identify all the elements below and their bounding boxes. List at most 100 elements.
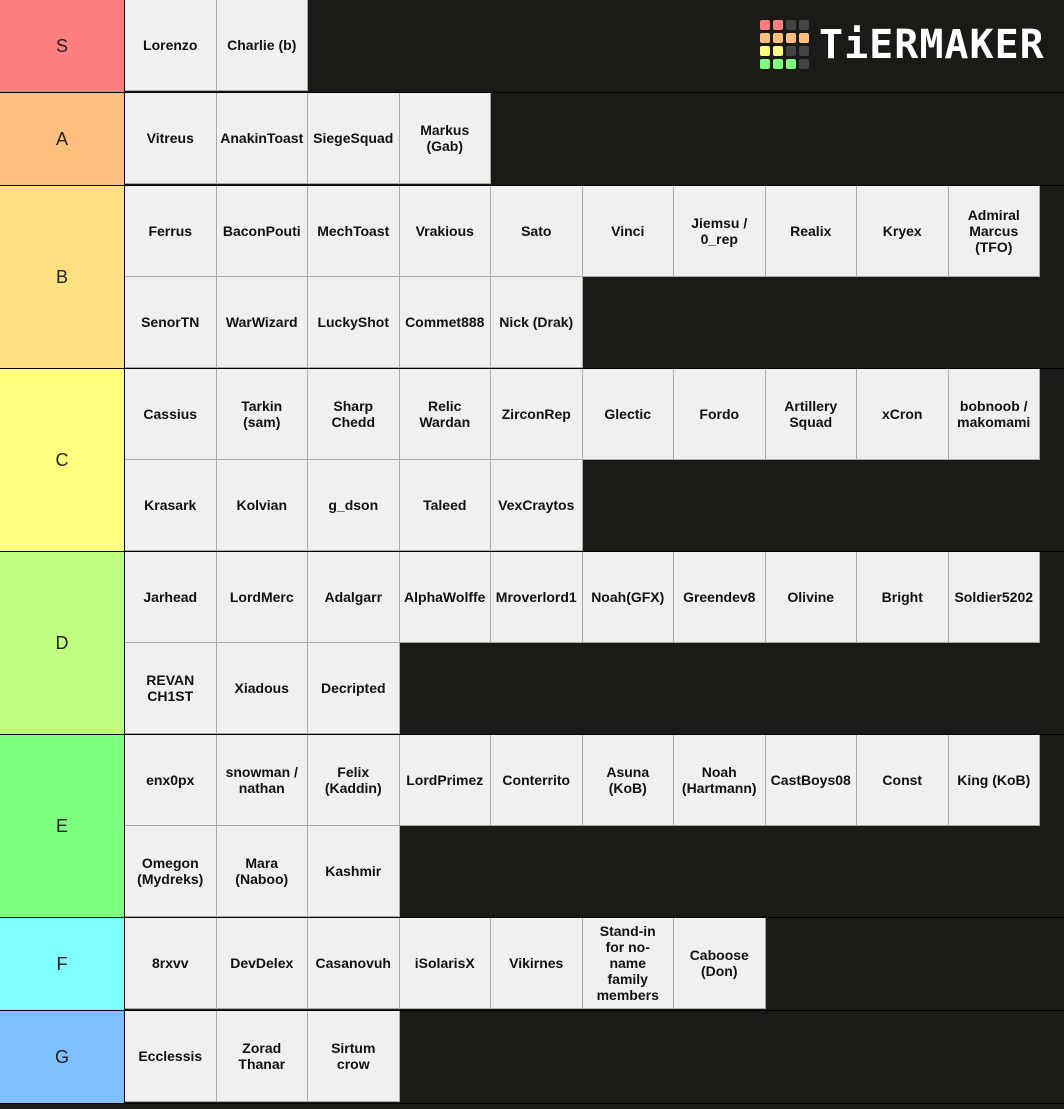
logo-text: TiERMAKER <box>819 21 1045 68</box>
tier-item[interactable]: BaconPouti <box>216 186 308 277</box>
tier-item[interactable]: Artillery Squad <box>765 369 857 460</box>
tier-item[interactable]: Vrakious <box>399 186 491 277</box>
tier-item[interactable]: DevDelex <box>216 918 308 1009</box>
tier-item[interactable]: Greendev8 <box>674 552 766 643</box>
tier-item[interactable]: snowman / nathan <box>216 735 308 826</box>
tier-row-c: C Cassius Tarkin (sam) Sharp Chedd Relic War… <box>0 369 1064 552</box>
tier-label[interactable]: D <box>0 552 125 734</box>
tier-item[interactable]: Decripted <box>308 643 400 734</box>
tier-item[interactable]: Lorenzo <box>125 0 217 91</box>
tier-item[interactable]: g_dson <box>308 460 400 551</box>
logo-square <box>799 20 809 30</box>
tier-label[interactable]: C <box>0 369 125 551</box>
tier-item[interactable]: Relic Wardan <box>399 369 491 460</box>
tier-item[interactable]: Kashmir <box>308 826 400 917</box>
tier-items: Cassius Tarkin (sam) Sharp Chedd Relic Ward… <box>125 369 1064 551</box>
tier-item[interactable]: Vikirnes <box>491 918 583 1009</box>
tier-label[interactable]: S <box>0 0 125 92</box>
logo-square <box>786 33 796 43</box>
tier-item[interactable]: LordMerc <box>216 552 308 643</box>
tier-item[interactable]: Jiemsu / 0_rep <box>674 186 766 277</box>
tier-item[interactable]: xCron <box>857 369 949 460</box>
tier-item[interactable]: CastBoys08 <box>765 735 857 826</box>
tier-item[interactable]: Xiadous <box>216 643 308 734</box>
logo-square <box>786 46 796 56</box>
tier-item[interactable]: Cassius <box>125 369 217 460</box>
tier-item[interactable]: Sato <box>491 186 583 277</box>
tier-item[interactable]: King (KoB) <box>948 735 1040 826</box>
tier-item[interactable]: LuckyShot <box>308 277 400 368</box>
tier-item[interactable]: Realix <box>765 186 857 277</box>
tier-item[interactable]: Casanovuh <box>308 918 400 1009</box>
tier-item[interactable]: Jarhead <box>125 552 217 643</box>
tier-item[interactable]: Kolvian <box>216 460 308 551</box>
logo-square <box>786 59 796 69</box>
logo-square <box>760 46 770 56</box>
tier-row-d: D Jarhead LordMerc Adalgarr AlphaWolffe Mrove… <box>0 552 1064 735</box>
tier-item[interactable]: Taleed <box>399 460 491 551</box>
tier-item[interactable]: Sharp Chedd <box>308 369 400 460</box>
logo-square <box>799 59 809 69</box>
logo-grid-icon <box>760 20 809 69</box>
tier-item[interactable]: Noah(GFX) <box>582 552 674 643</box>
tier-item[interactable]: Omegon (Mydreks) <box>125 826 217 917</box>
tier-item[interactable]: enx0px <box>125 735 217 826</box>
tier-label[interactable]: G <box>0 1011 125 1103</box>
tier-item[interactable]: Felix (Kaddin) <box>308 735 400 826</box>
tier-label[interactable]: F <box>0 918 125 1010</box>
tier-item[interactable]: Admiral Marcus (TFO) <box>948 186 1040 277</box>
tier-label[interactable]: E <box>0 735 125 917</box>
logo-square <box>760 59 770 69</box>
tier-item[interactable]: Olivine <box>765 552 857 643</box>
tier-item[interactable]: Kryex <box>857 186 949 277</box>
tier-item[interactable]: Zorad Thanar <box>216 1011 308 1102</box>
tier-item[interactable]: Glectic <box>582 369 674 460</box>
tier-item[interactable]: ZirconRep <box>491 369 583 460</box>
tier-item[interactable]: Nick (Drak) <box>491 277 583 368</box>
tier-item[interactable]: VexCraytos <box>491 460 583 551</box>
tier-item[interactable]: Charlie (b) <box>216 0 308 91</box>
tier-row-g: G Ecclessis Zorad Thanar Sirtum crow <box>0 1011 1064 1104</box>
tier-item[interactable]: Const <box>857 735 949 826</box>
tier-item[interactable]: Vinci <box>582 186 674 277</box>
tier-item[interactable]: Mroverlord1 <box>491 552 583 643</box>
tier-row-f: F 8rxvv DevDelex Casanovuh iSolarisX Vikirnes… <box>0 918 1064 1011</box>
tier-item[interactable]: Sirtum crow <box>308 1011 400 1102</box>
tier-item[interactable]: Adalgarr <box>308 552 400 643</box>
tier-item[interactable]: bobnoob / makomami <box>948 369 1040 460</box>
tier-items: enx0px snowman / nathan Felix (Kaddin) Lord… <box>125 735 1064 917</box>
tier-item[interactable]: Commet888 <box>399 277 491 368</box>
tier-item[interactable]: Asuna (KoB) <box>582 735 674 826</box>
tier-item[interactable]: REVAN CH1ST <box>125 643 217 734</box>
tier-item[interactable]: AnakinToast <box>216 93 308 184</box>
logo-square <box>773 33 783 43</box>
tier-item[interactable]: Fordo <box>674 369 766 460</box>
tier-item[interactable]: WarWizard <box>216 277 308 368</box>
tiermaker-logo: TiERMAKER <box>760 20 1045 69</box>
tier-item[interactable]: Krasark <box>125 460 217 551</box>
tier-item[interactable]: Caboose (Don) <box>674 918 766 1009</box>
tier-item[interactable]: LordPrimez <box>399 735 491 826</box>
tier-item[interactable]: SiegeSquad <box>308 93 400 184</box>
tier-item[interactable]: iSolarisX <box>399 918 491 1009</box>
tier-item[interactable]: AlphaWolffe <box>399 552 491 643</box>
tier-item[interactable]: SenorTN <box>125 277 217 368</box>
tier-item[interactable]: Tarkin (sam) <box>216 369 308 460</box>
tier-label[interactable]: B <box>0 186 125 368</box>
tier-item[interactable]: Mara (Naboo) <box>216 826 308 917</box>
tier-item[interactable]: Vitreus <box>125 93 217 184</box>
tier-item[interactable]: Stand-in for no- name family members <box>582 918 674 1009</box>
tier-item[interactable]: Soldier5202 <box>948 552 1040 643</box>
logo-square <box>799 46 809 56</box>
tier-item[interactable]: Conterrito <box>491 735 583 826</box>
tier-item[interactable]: Ecclessis <box>125 1011 217 1102</box>
logo-square <box>786 20 796 30</box>
tier-item[interactable]: Bright <box>857 552 949 643</box>
tier-item[interactable]: MechToast <box>308 186 400 277</box>
logo-square <box>773 59 783 69</box>
tier-item[interactable]: 8rxvv <box>125 918 217 1009</box>
tier-item[interactable]: Noah (Hartmann) <box>674 735 766 826</box>
tier-item[interactable]: Ferrus <box>125 186 217 277</box>
tier-label[interactable]: A <box>0 93 125 185</box>
tier-item[interactable]: Markus (Gab) <box>399 93 491 184</box>
